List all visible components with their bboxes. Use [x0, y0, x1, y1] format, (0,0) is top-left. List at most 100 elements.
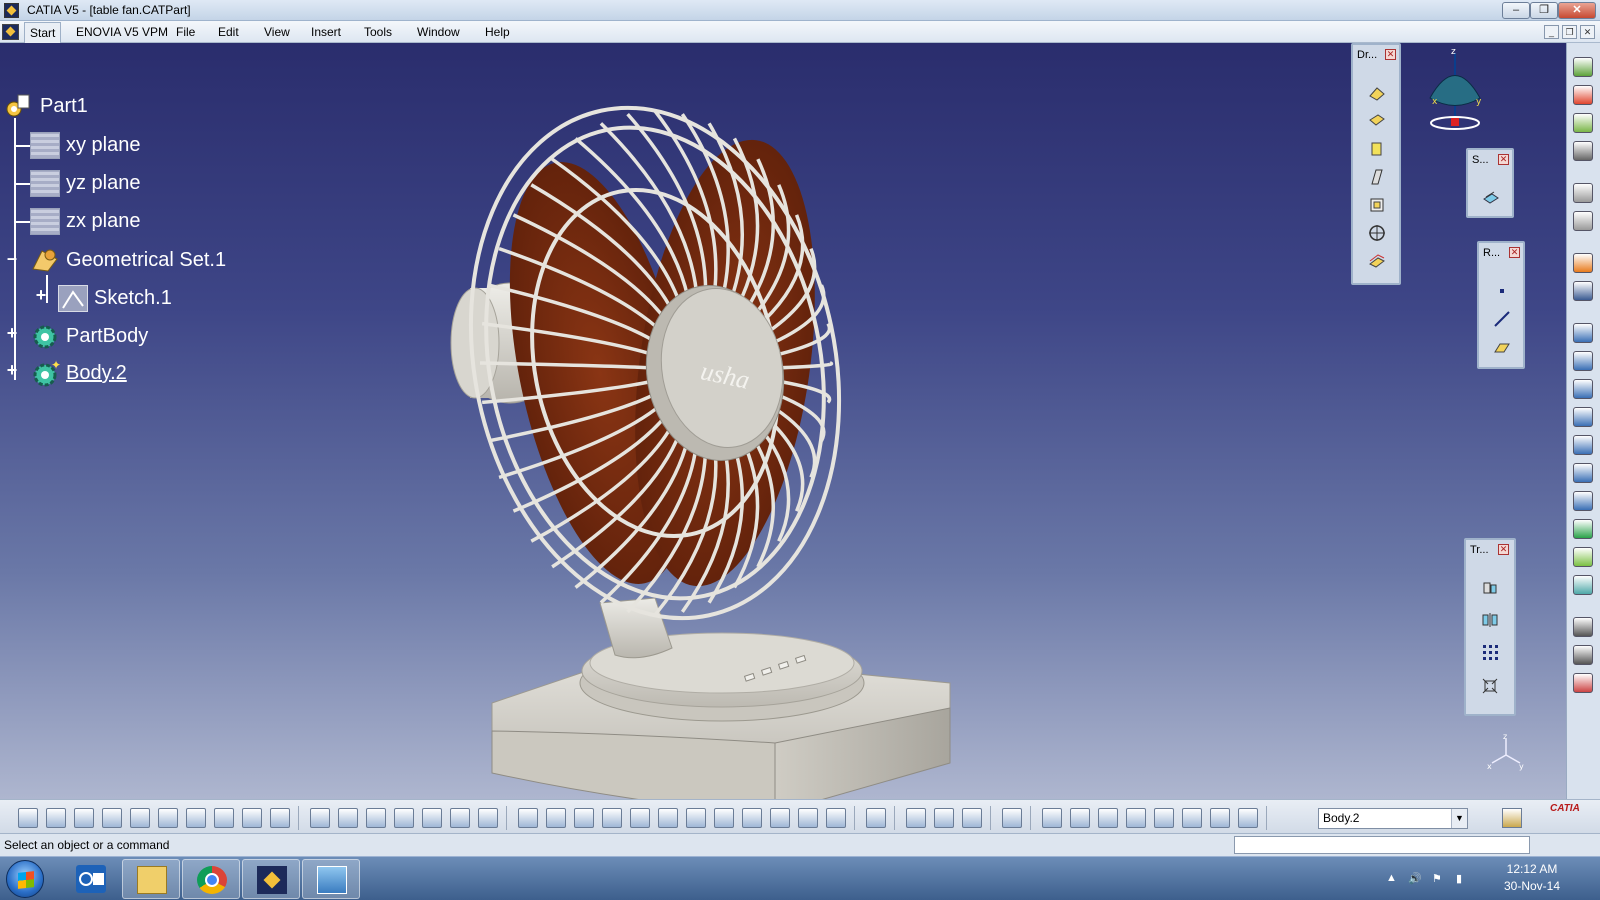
remove-face-icon[interactable] — [1365, 193, 1389, 217]
thickness-icon[interactable] — [1365, 137, 1389, 161]
3d-viewport[interactable]: usha Part1 xy plane yz plane zx plane – — [0, 43, 1566, 799]
collapse-geometrical-set-icon[interactable]: – — [5, 249, 19, 267]
pad-icon[interactable] — [1573, 323, 1593, 343]
update-icon[interactable] — [1042, 808, 1062, 828]
thread-icon[interactable] — [1365, 165, 1389, 189]
menu-tools[interactable]: Tools — [364, 25, 392, 39]
taskbar-explorer[interactable] — [122, 859, 180, 899]
multi-view-icon[interactable] — [714, 808, 734, 828]
split-icon[interactable] — [1573, 575, 1593, 595]
print-icon[interactable] — [102, 808, 122, 828]
sheet-icon[interactable] — [366, 808, 386, 828]
pocket-icon[interactable] — [1573, 351, 1593, 371]
rotate-icon[interactable] — [602, 808, 622, 828]
reference-toolbar-close-icon[interactable]: ✕ — [1509, 247, 1520, 258]
paste-icon[interactable] — [186, 808, 206, 828]
mouse-icon[interactable] — [1070, 808, 1090, 828]
mirror-icon[interactable] — [1478, 608, 1502, 632]
mdi-close-button[interactable]: ✕ — [1580, 25, 1595, 39]
new-file-icon[interactable] — [18, 808, 38, 828]
menu-help[interactable]: Help — [485, 25, 510, 39]
mdi-minimize-button[interactable]: _ — [1544, 25, 1559, 39]
menu-start[interactable]: Start — [24, 22, 62, 44]
plane-icon[interactable] — [1490, 335, 1514, 359]
expand-sketch-icon[interactable]: + — [34, 286, 48, 304]
sketch-toolbar-close-icon[interactable]: ✕ — [1498, 154, 1509, 165]
scaling-icon[interactable] — [1478, 674, 1502, 698]
sketch-icon[interactable] — [1479, 186, 1503, 210]
redo-icon[interactable] — [242, 808, 262, 828]
materials-icon[interactable] — [450, 808, 470, 828]
fit-all-icon[interactable] — [546, 808, 566, 828]
measure-icon[interactable] — [1573, 645, 1593, 665]
formula-icon[interactable] — [1573, 183, 1593, 203]
hierarchy-icon[interactable] — [422, 808, 442, 828]
windows-start-button[interactable] — [6, 860, 44, 898]
line-icon[interactable] — [1490, 307, 1514, 331]
settings-icon[interactable] — [1573, 141, 1593, 161]
drafts-toolbar-close-icon[interactable]: ✕ — [1385, 49, 1396, 60]
whats-this-icon[interactable] — [270, 808, 290, 828]
rib-icon[interactable] — [1573, 463, 1593, 483]
translation-icon[interactable] — [1478, 576, 1502, 600]
sketch-analysis-icon[interactable] — [1502, 808, 1522, 828]
pattern-icon[interactable] — [1478, 640, 1502, 664]
restore-button[interactable]: ❐ — [1530, 2, 1558, 19]
hide-show-icon[interactable] — [798, 808, 818, 828]
measure-inertia-icon[interactable] — [962, 808, 982, 828]
copy-icon[interactable] — [158, 808, 178, 828]
taskbar-outlook[interactable] — [62, 859, 120, 899]
formula-icon[interactable] — [310, 808, 330, 828]
bill-of-materials-icon[interactable] — [478, 808, 498, 828]
parameters-icon[interactable] — [1573, 113, 1593, 133]
analysis-icon[interactable] — [1154, 808, 1174, 828]
menu-file[interactable]: File — [176, 25, 195, 39]
slot-icon[interactable] — [1573, 491, 1593, 511]
expand-body2-icon[interactable]: + — [5, 361, 19, 379]
shaft-icon[interactable] — [1573, 379, 1593, 399]
shell-icon[interactable] — [1365, 109, 1389, 133]
measure-item-icon[interactable] — [934, 808, 954, 828]
network-icon[interactable]: ▮ — [1456, 872, 1470, 886]
swap-space-icon[interactable] — [826, 808, 846, 828]
surface-icon[interactable] — [1573, 547, 1593, 567]
shading-icon[interactable] — [770, 808, 790, 828]
minimize-button[interactable]: – — [1502, 2, 1530, 19]
taskbar-photo-viewer[interactable] — [302, 859, 360, 899]
normal-view-icon[interactable] — [686, 808, 706, 828]
knowledge-icon[interactable] — [1573, 211, 1593, 231]
apply-material-icon[interactable] — [1573, 673, 1593, 693]
pan-icon[interactable] — [574, 808, 594, 828]
catia-app-icon[interactable] — [4, 3, 19, 18]
fly-icon[interactable] — [518, 808, 538, 828]
render-style-icon[interactable] — [866, 808, 886, 828]
draft-angle-icon[interactable] — [1365, 81, 1389, 105]
point-icon[interactable] — [1490, 279, 1514, 303]
menu-window[interactable]: Window — [417, 25, 460, 39]
system-clock[interactable]: 12:12 AM 30-Nov-14 — [1496, 861, 1568, 895]
action-center-icon[interactable]: ⚑ — [1432, 872, 1446, 886]
target-icon[interactable] — [1365, 221, 1389, 245]
sketcher-icon[interactable] — [1573, 281, 1593, 301]
menu-insert[interactable]: Insert — [311, 25, 341, 39]
mdi-restore-button[interactable]: ❐ — [1562, 25, 1577, 39]
compass-widget[interactable]: z x y — [1420, 48, 1490, 138]
chevron-down-icon[interactable]: ▼ — [1451, 809, 1467, 828]
zoom-out-icon[interactable] — [658, 808, 678, 828]
measure-between-icon[interactable] — [906, 808, 926, 828]
transformation-toolbar-close-icon[interactable]: ✕ — [1498, 544, 1509, 555]
close-button[interactable]: ✕ — [1558, 2, 1596, 19]
plane-system-icon[interactable] — [1238, 808, 1258, 828]
menu-enovia[interactable]: ENOVIA V5 VPM — [76, 25, 168, 39]
text-icon[interactable] — [1573, 617, 1593, 637]
material-icon[interactable] — [1573, 85, 1593, 105]
show-hidden-icons-icon[interactable]: ▲ — [1386, 872, 1400, 886]
expand-partbody-icon[interactable]: + — [5, 324, 19, 342]
layer-icon[interactable] — [1210, 808, 1230, 828]
hole-icon[interactable] — [1573, 407, 1593, 427]
undo-icon[interactable] — [214, 808, 234, 828]
menu-view[interactable]: View — [264, 25, 290, 39]
command-input[interactable] — [1234, 836, 1530, 854]
replace-face-icon[interactable] — [1365, 249, 1389, 273]
zoom-in-icon[interactable] — [630, 808, 650, 828]
